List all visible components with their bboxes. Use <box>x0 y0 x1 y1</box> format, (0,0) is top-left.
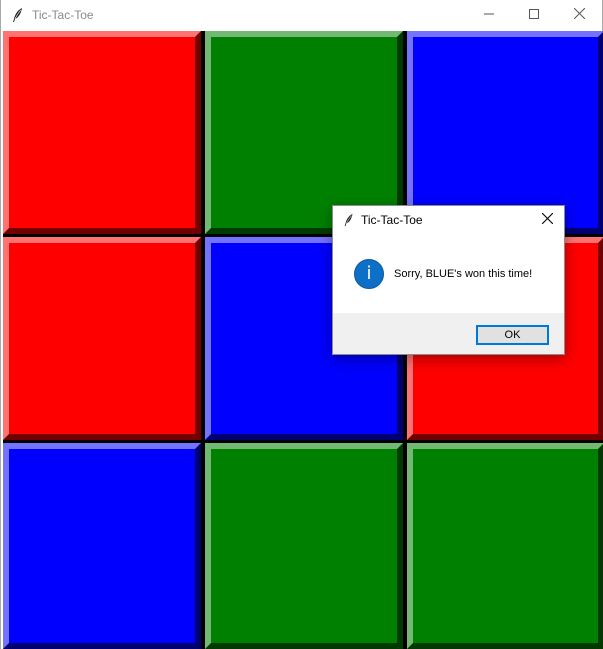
board-cell-1-3[interactable] <box>407 31 603 234</box>
cell-button-face <box>205 443 403 649</box>
feather-icon <box>10 7 26 23</box>
ok-button[interactable]: OK <box>476 325 549 345</box>
cell-button-face <box>3 443 201 649</box>
board-cell-1-1[interactable] <box>3 31 201 234</box>
message-dialog: Tic-Tac-Toe i Sorry, BLUE's won this tim… <box>332 205 565 355</box>
board-cell-1-2[interactable] <box>205 31 403 234</box>
minimize-button[interactable] <box>466 0 512 30</box>
maximize-icon <box>529 6 539 24</box>
dialog-message: Sorry, BLUE's won this time! <box>394 268 533 280</box>
minimize-icon <box>484 6 494 24</box>
dialog-footer: OK <box>333 313 564 354</box>
cell-button-face <box>3 31 201 234</box>
close-button[interactable] <box>556 0 602 30</box>
cell-button-face <box>407 443 603 649</box>
cell-button-face <box>205 31 403 234</box>
window-title: Tic-Tac-Toe <box>32 8 94 22</box>
board-cell-3-1[interactable] <box>3 443 201 649</box>
board-cell-2-1[interactable] <box>3 237 201 440</box>
main-window: Tic-Tac-Toe Tic-Tac-Toe i Sorry, BLUE's … <box>0 0 603 649</box>
close-icon <box>573 6 585 24</box>
maximize-button[interactable] <box>511 0 557 30</box>
feather-icon <box>342 212 356 228</box>
title-bar[interactable]: Tic-Tac-Toe <box>1 0 602 31</box>
dialog-title: Tic-Tac-Toe <box>361 213 423 227</box>
info-icon: i <box>354 259 384 289</box>
dialog-close-button[interactable] <box>536 210 558 230</box>
cell-button-face <box>407 31 603 234</box>
close-icon <box>541 211 553 229</box>
board-cell-3-2[interactable] <box>205 443 403 649</box>
board-cell-3-3[interactable] <box>407 443 603 649</box>
dialog-title-bar[interactable]: Tic-Tac-Toe <box>333 206 564 234</box>
cell-button-face <box>3 237 201 440</box>
